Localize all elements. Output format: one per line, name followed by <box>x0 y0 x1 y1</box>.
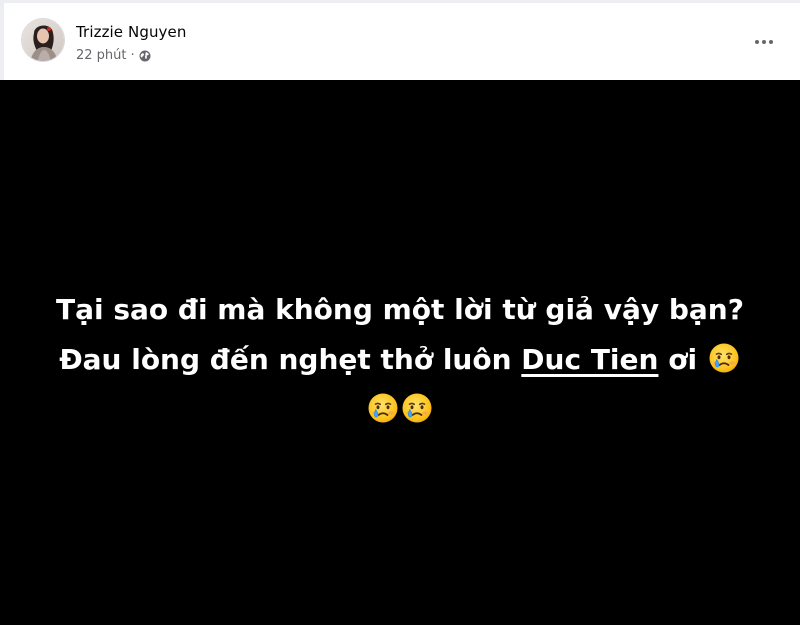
status-line-2-suffix: ơi <box>658 343 698 376</box>
status-line-3 <box>20 385 780 435</box>
more-options-icon-dot <box>762 40 766 44</box>
crying-face-emoji-icon <box>708 340 740 373</box>
post-header: Trizzie Nguyen 22 phút · <box>0 0 800 80</box>
meta-separator: · <box>130 48 135 63</box>
status-line-2: Đau lòng đến nghẹt thở luôn Duc Tien ơi <box>20 335 780 385</box>
status-line-1: Tại sao đi mà không một lời từ giả vậy b… <box>56 293 744 326</box>
more-options-button[interactable] <box>750 31 778 53</box>
crying-face-emoji-icon <box>367 390 399 423</box>
more-options-icon <box>755 40 759 44</box>
status-background: Tại sao đi mà không một lời từ giả vậy b… <box>0 80 800 625</box>
post-meta: 22 phút · <box>76 48 151 63</box>
post-timestamp[interactable]: 22 phút <box>76 48 127 63</box>
author-name[interactable]: Trizzie Nguyen <box>76 23 186 41</box>
status-text: Tại sao đi mà không một lời từ giả vậy b… <box>20 285 780 435</box>
crying-face-emoji-icon <box>401 390 433 423</box>
author-avatar[interactable] <box>21 18 65 62</box>
profile-photo-icon <box>22 19 64 61</box>
globe-icon[interactable] <box>139 50 151 62</box>
line-2-emoji-group <box>707 343 741 376</box>
facebook-post: Trizzie Nguyen 22 phút · Tại sao đi mà k… <box>0 0 800 625</box>
status-line-2-prefix: Đau lòng đến nghẹt thở luôn <box>59 343 522 376</box>
more-options-icon-dot <box>769 40 773 44</box>
line-3-emoji-group <box>366 393 434 426</box>
mention-link[interactable]: Duc Tien <box>521 343 658 376</box>
